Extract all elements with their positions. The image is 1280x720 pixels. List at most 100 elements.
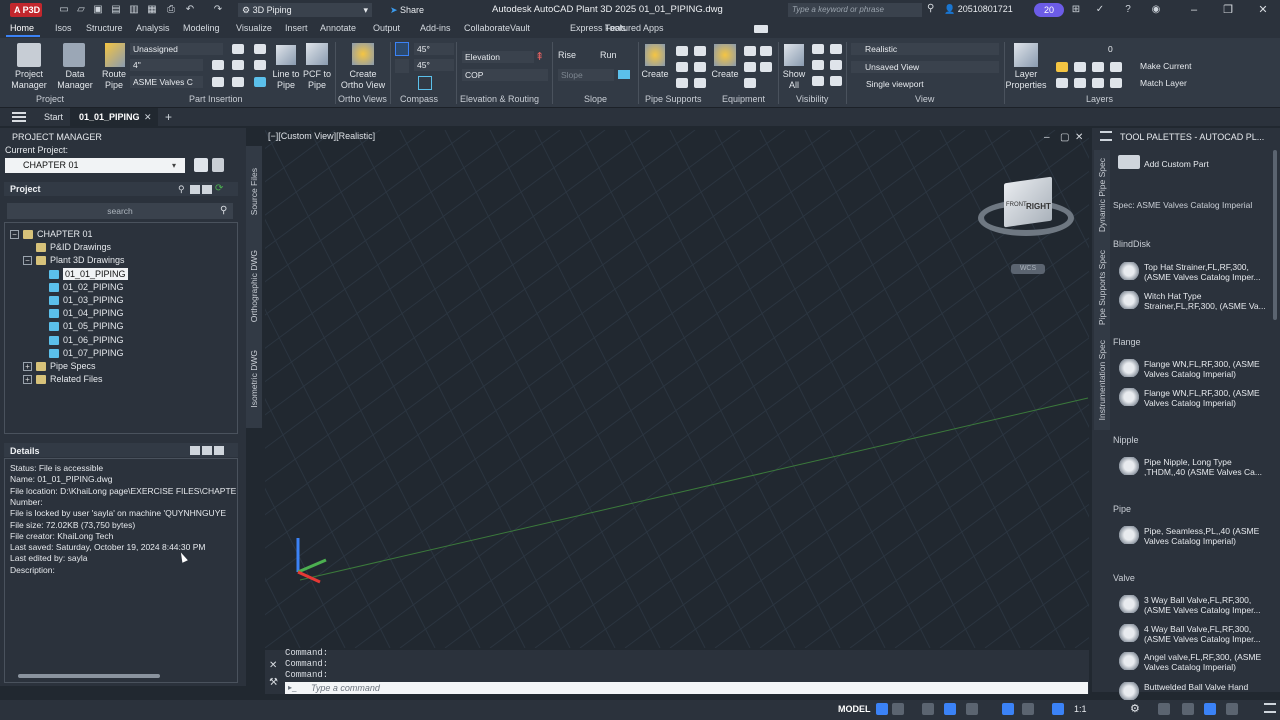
tab-visualize[interactable]: Visualize xyxy=(236,23,272,33)
make-current-button[interactable]: Make Current xyxy=(1140,61,1192,71)
drawing-viewport[interactable] xyxy=(265,130,1089,648)
tree-item[interactable]: 01_01_PIPING xyxy=(36,267,230,280)
save-web-icon[interactable]: ▦ xyxy=(146,4,158,16)
statusbar-icon-2[interactable] xyxy=(1182,703,1194,715)
saved-view-dropdown[interactable]: Unsaved View xyxy=(851,61,999,73)
help-icon[interactable]: ? xyxy=(1122,4,1134,16)
tree-item[interactable]: P&ID Drawings xyxy=(23,241,230,253)
isodraft-toggle-icon[interactable] xyxy=(966,703,978,715)
support-tool-icon-5[interactable] xyxy=(694,62,706,72)
save-icon[interactable]: ▣ xyxy=(92,4,104,16)
tree-item[interactable]: 01_02_PIPING xyxy=(36,281,230,293)
plot-icon[interactable]: ⎙ xyxy=(165,4,177,16)
model-space-button[interactable]: MODEL xyxy=(838,704,871,714)
palette-part-item[interactable]: Buttwelded Ball Valve Hand xyxy=(1144,682,1270,692)
tree-item[interactable]: + Related Files xyxy=(23,373,230,385)
part-insertion-icon-6[interactable] xyxy=(254,44,266,54)
tab-manage[interactable]: Output xyxy=(373,23,400,33)
side-tab-orthographic-dwg[interactable]: Orthographic DWG xyxy=(249,250,259,322)
support-tool-icon-1[interactable] xyxy=(676,46,688,56)
collapse-icon[interactable]: − xyxy=(23,256,32,266)
search-icon[interactable]: ⚲ xyxy=(178,184,185,195)
maximize-viewport-icon[interactable]: ▢ xyxy=(1060,132,1069,143)
cop-dropdown[interactable]: COP xyxy=(462,69,548,81)
palette-part-item[interactable]: Top Hat Strainer,FL,RF,300, (ASME Valves… xyxy=(1144,262,1270,282)
route-pipe-button[interactable]: Route Pipe xyxy=(98,69,130,91)
layer-tool-icon-1[interactable] xyxy=(1056,62,1068,72)
account-icon[interactable]: ◉ xyxy=(1150,4,1162,16)
open-file-icon[interactable]: ▱ xyxy=(75,4,87,16)
equipment-tool-icon-4[interactable] xyxy=(760,46,772,56)
tree-item[interactable]: + Pipe Specs xyxy=(23,360,230,372)
grid-toggle-icon[interactable] xyxy=(876,703,888,715)
search-icon[interactable]: ⚲ xyxy=(927,3,934,14)
compass-toggle-icon[interactable] xyxy=(395,42,409,56)
tab-structure[interactable]: Structure xyxy=(86,23,123,33)
expand-icon[interactable]: + xyxy=(23,362,32,371)
layer-tool-icon-2[interactable] xyxy=(1074,62,1086,72)
cart-icon[interactable]: ⊞ xyxy=(1070,4,1082,16)
spec-dropdown[interactable]: ASME Valves C xyxy=(130,76,203,88)
layer-tool-icon-7[interactable] xyxy=(1092,78,1104,88)
data-manager-button[interactable]: Data Manager xyxy=(54,69,96,91)
application-menu-button[interactable]: A P3D xyxy=(10,3,42,17)
equipment-tool-icon-2[interactable] xyxy=(744,62,756,72)
close-tab-icon[interactable]: ✕ xyxy=(144,112,152,123)
new-file-icon[interactable]: ▭ xyxy=(58,4,70,16)
compass-mode-icon[interactable] xyxy=(418,76,432,90)
angle-dropdown-2[interactable]: 45° xyxy=(414,59,454,71)
tab-isos[interactable]: Isos xyxy=(55,23,72,33)
details-toolbar-icon-1[interactable] xyxy=(190,446,200,455)
tab-express-tools[interactable]: Featured Apps xyxy=(605,23,664,33)
palette-tab-dynamic-pipe-spec[interactable]: Dynamic Pipe Spec xyxy=(1097,158,1107,232)
part-insertion-icon-2[interactable] xyxy=(212,60,224,70)
layer-properties-button[interactable]: Layer Properties xyxy=(1004,69,1048,91)
create-ortho-view-button[interactable]: Create Ortho View xyxy=(338,69,388,91)
support-tool-icon-3[interactable] xyxy=(676,78,688,88)
connect-icon[interactable]: ✓ xyxy=(1094,4,1106,16)
viewport-controls-label[interactable]: [−][Custom View][Realistic] xyxy=(268,131,375,141)
tree-item[interactable]: 01_03_PIPING xyxy=(36,294,230,306)
save-as-icon[interactable]: ▤ xyxy=(110,4,122,16)
equipment-tool-icon-1[interactable] xyxy=(744,46,756,56)
notification-badge[interactable]: 20 xyxy=(1034,3,1064,17)
support-tool-icon-2[interactable] xyxy=(676,62,688,72)
palette-part-item[interactable]: Pipe, Seamless,PL,,40 (ASME Valves Catal… xyxy=(1144,526,1270,546)
project-manager-button[interactable]: Project Manager xyxy=(6,69,52,91)
palette-tab-pipe-supports-spec[interactable]: Pipe Supports Spec xyxy=(1097,250,1107,325)
part-insertion-icon-7[interactable] xyxy=(254,60,266,70)
tab-start[interactable]: Start xyxy=(44,112,63,122)
search-icon[interactable]: ⚲ xyxy=(220,205,227,216)
part-insertion-icon-8[interactable] xyxy=(254,77,266,87)
wcs-menu-button[interactable]: WCS xyxy=(1011,264,1045,274)
osnap-tracking-icon[interactable] xyxy=(1022,703,1034,715)
project-settings-icon[interactable] xyxy=(212,158,224,172)
statusbar-icon-3[interactable] xyxy=(1204,703,1216,715)
layer-tool-icon-6[interactable] xyxy=(1074,78,1086,88)
palette-part-item[interactable]: 4 Way Ball Valve,FL,RF,300, (ASME Valves… xyxy=(1144,624,1270,644)
maximize-icon[interactable]: ❐ xyxy=(1220,3,1236,17)
customize-statusbar-icon[interactable] xyxy=(1264,703,1276,713)
tab-insert[interactable]: Insert xyxy=(285,23,308,33)
angle-dropdown-1[interactable]: 45° xyxy=(414,43,454,55)
palette-menu-icon[interactable] xyxy=(1100,131,1112,141)
palette-scrollbar[interactable] xyxy=(1273,150,1277,320)
ribbon-toggle-icon[interactable] xyxy=(754,25,768,33)
layer-tool-icon-4[interactable] xyxy=(1110,62,1122,72)
tree-item[interactable]: 01_05_PIPING xyxy=(36,320,230,332)
details-toolbar-icon-3[interactable] xyxy=(214,446,224,455)
show-all-button[interactable]: Show All xyxy=(780,69,808,91)
viewcube-right-face[interactable]: RIGHT xyxy=(1026,202,1051,211)
print-icon[interactable] xyxy=(194,158,208,172)
help-search-input[interactable]: Type a keyword or phrase xyxy=(788,3,922,17)
details-horizontal-scrollbar[interactable] xyxy=(18,674,160,678)
hamburger-menu-icon[interactable] xyxy=(12,112,26,122)
refresh-icon[interactable]: ⟳ xyxy=(215,183,223,194)
palette-part-item[interactable]: 3 Way Ball Valve,FL,RF,300, (ASME Valves… xyxy=(1144,595,1270,615)
tab-output[interactable]: Add-ins xyxy=(420,23,451,33)
side-tab-isometric-dwg[interactable]: Isometric DWG xyxy=(249,350,259,408)
visibility-tool-icon-2[interactable] xyxy=(812,60,824,70)
command-input[interactable] xyxy=(285,682,1088,694)
snap-toggle-icon[interactable] xyxy=(892,703,904,715)
gear-icon[interactable]: ⚙ xyxy=(1130,702,1140,715)
